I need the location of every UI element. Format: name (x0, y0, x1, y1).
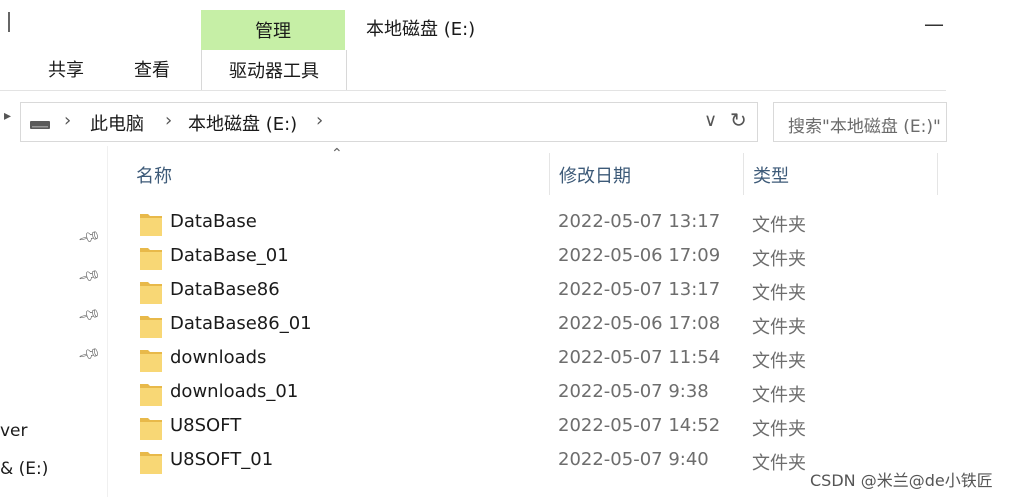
file-name: DataBase (170, 211, 257, 232)
file-name: downloads_01 (170, 381, 299, 402)
ribbon-divider (0, 90, 946, 91)
file-name: DataBase86 (170, 279, 280, 300)
pin-icon[interactable]: 📌︎ (77, 341, 102, 366)
chevron-right-icon[interactable]: › (165, 110, 172, 131)
file-modified-date: 2022-05-06 17:09 (558, 245, 721, 266)
pin-icon[interactable]: 📌︎ (77, 302, 102, 327)
column-header-name[interactable]: 名称 (136, 162, 172, 188)
nav-item-drive-e[interactable]: & (E:) (0, 459, 48, 479)
minimize-button[interactable]: — (924, 12, 944, 36)
file-modified-date: 2022-05-07 11:54 (558, 347, 721, 368)
file-type: 文件夹 (752, 385, 806, 406)
file-row[interactable]: downloads 2022-05-07 11:54 文件夹 (130, 342, 930, 376)
file-name: U8SOFT_01 (170, 449, 274, 470)
column-divider[interactable] (743, 153, 744, 195)
chevron-right-icon[interactable]: › (64, 110, 71, 131)
folder-icon (140, 282, 162, 304)
file-type: 文件夹 (752, 249, 806, 270)
folder-icon (140, 316, 162, 338)
breadcrumb-local-disk[interactable]: 本地磁盘 (E:) (188, 110, 297, 136)
file-modified-date: 2022-05-07 9:38 (558, 381, 709, 402)
drive-icon (30, 121, 50, 129)
file-row[interactable]: DataBase86_01 2022-05-06 17:08 文件夹 (130, 308, 930, 342)
search-placeholder: 搜索"本地磁盘 (E:)" (788, 117, 941, 137)
pin-icon[interactable]: 📌︎ (77, 224, 102, 249)
column-header-date[interactable]: 修改日期 (559, 162, 631, 188)
file-row[interactable]: DataBase86 2022-05-07 13:17 文件夹 (130, 274, 930, 308)
contextual-group-header: 管理 (201, 10, 345, 50)
window-title: 本地磁盘 (E:) (366, 19, 476, 40)
file-modified-date: 2022-05-07 13:17 (558, 211, 721, 232)
breadcrumb-this-pc[interactable]: 此电脑 (90, 110, 144, 136)
file-row[interactable]: downloads_01 2022-05-07 9:38 文件夹 (130, 376, 930, 410)
file-type: 文件夹 (752, 453, 806, 474)
file-type: 文件夹 (752, 317, 806, 338)
sort-ascending-icon: ⌃ (331, 146, 343, 162)
window-edge (8, 12, 10, 32)
file-modified-date: 2022-05-07 14:52 (558, 415, 721, 436)
tab-share[interactable]: 共享 (48, 56, 84, 82)
nav-chevron-icon[interactable]: ▸ (4, 108, 11, 124)
folder-icon (140, 384, 162, 406)
file-type: 文件夹 (752, 351, 806, 372)
address-history-dropdown-icon[interactable]: ∨ (704, 110, 717, 131)
folder-icon (140, 248, 162, 270)
column-header-type[interactable]: 类型 (753, 162, 789, 188)
tab-drive-tools[interactable]: 驱动器工具 (201, 50, 347, 90)
column-divider[interactable] (937, 153, 938, 195)
nav-pane-divider (107, 146, 108, 497)
file-name: DataBase86_01 (170, 313, 312, 334)
file-row[interactable]: U8SOFT 2022-05-07 14:52 文件夹 (130, 410, 930, 444)
pin-icon[interactable]: 📌︎ (77, 263, 102, 288)
tab-view[interactable]: 查看 (134, 56, 170, 82)
file-type: 文件夹 (752, 283, 806, 304)
file-name: U8SOFT (170, 415, 242, 436)
file-row[interactable]: DataBase_01 2022-05-06 17:09 文件夹 (130, 240, 930, 274)
chevron-right-icon[interactable]: › (316, 110, 323, 131)
folder-icon (140, 418, 162, 440)
file-modified-date: 2022-05-06 17:08 (558, 313, 721, 334)
file-type: 文件夹 (752, 419, 806, 440)
file-name: downloads (170, 347, 267, 368)
file-name: DataBase_01 (170, 245, 289, 266)
nav-item-quick-access[interactable]: ver (0, 421, 28, 441)
watermark: CSDN @米兰@de小铁匠 (810, 471, 993, 490)
file-type: 文件夹 (752, 215, 806, 236)
folder-icon (140, 214, 162, 236)
file-modified-date: 2022-05-07 9:40 (558, 449, 709, 470)
file-row[interactable]: DataBase 2022-05-07 13:17 文件夹 (130, 206, 930, 240)
folder-icon (140, 350, 162, 372)
file-modified-date: 2022-05-07 13:17 (558, 279, 721, 300)
refresh-icon[interactable]: ↻ (730, 108, 747, 132)
column-divider[interactable] (549, 153, 550, 195)
folder-icon (140, 452, 162, 474)
